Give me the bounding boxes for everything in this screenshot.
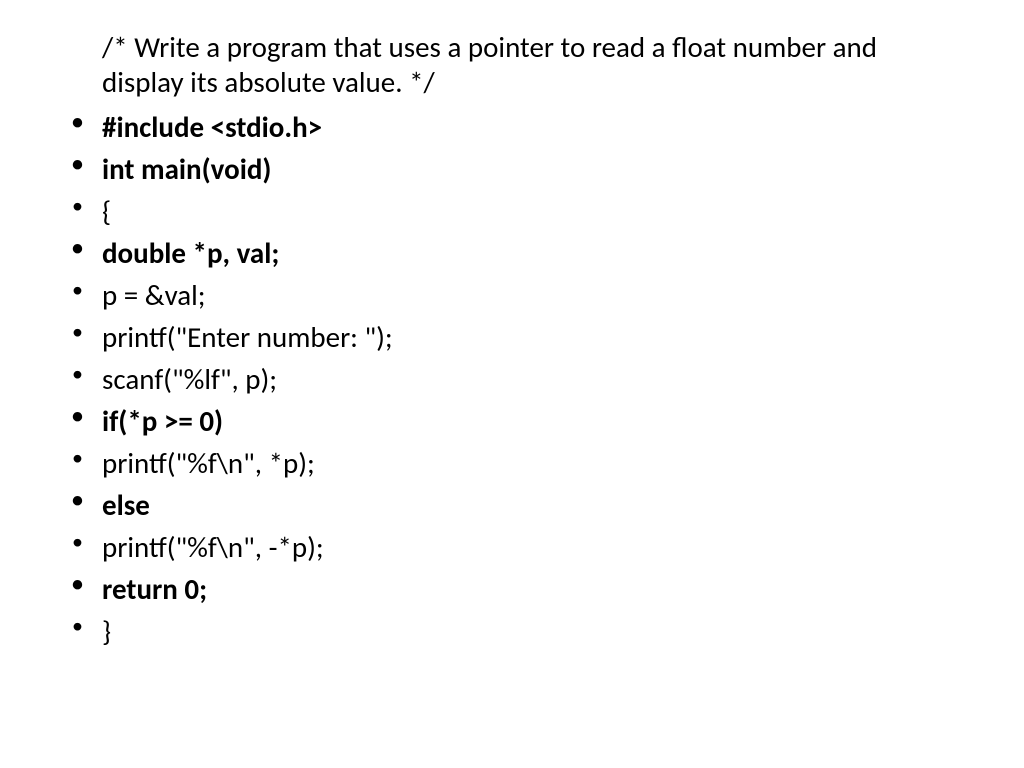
code-line: int main(void) [60,148,964,190]
code-line: if(*p >= 0) [60,400,964,442]
code-line: double *p, val; [60,232,964,274]
code-line: #include <stdio.h> [60,106,964,148]
code-line: printf("%f\n", *p); [60,442,964,484]
code-line: scanf("%lf", p); [60,358,964,400]
code-line: printf("Enter number: "); [60,316,964,358]
code-list: #include <stdio.h>int main(void){double … [60,106,964,653]
code-line: { [60,190,964,232]
code-line: } [60,610,964,652]
code-line: return 0; [60,568,964,610]
slide-content: /* Write a program that uses a pointer t… [0,0,1024,682]
code-line: else [60,484,964,526]
code-line: printf("%f\n", -*p); [60,526,964,568]
code-line: p = &val; [60,274,964,316]
code-comment: /* Write a program that uses a pointer t… [102,30,964,100]
